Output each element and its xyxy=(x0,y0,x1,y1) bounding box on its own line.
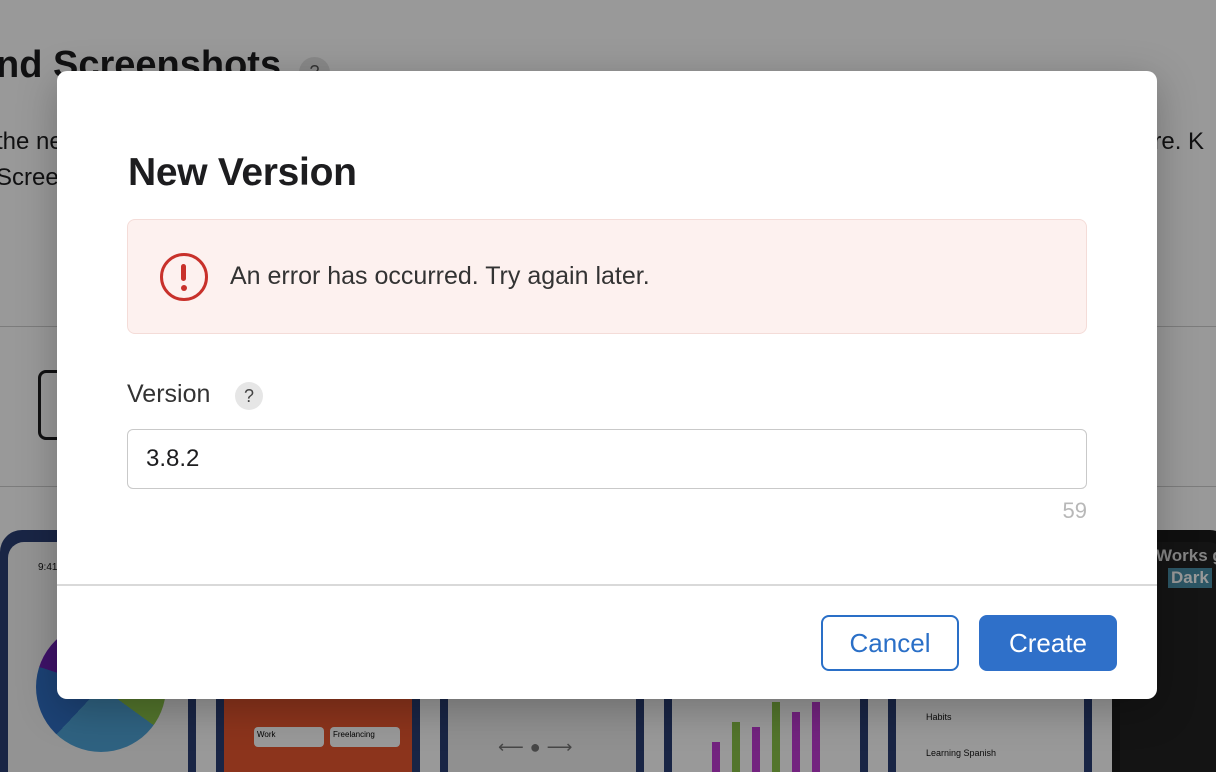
error-banner: An error has occurred. Try again later. xyxy=(127,219,1087,334)
create-button[interactable]: Create xyxy=(979,615,1117,671)
cancel-button[interactable]: Cancel xyxy=(821,615,959,671)
version-field-label: Version xyxy=(127,380,211,408)
question-mark-icon[interactable]: ? xyxy=(235,382,263,410)
remaining-characters-count: 59 xyxy=(1062,498,1087,523)
dialog-title: New Version xyxy=(128,151,357,194)
version-input[interactable] xyxy=(127,429,1087,489)
exclamation-circle-icon xyxy=(160,253,208,301)
new-version-dialog: New Version An error has occurred. Try a… xyxy=(57,71,1157,699)
error-message: An error has occurred. Try again later. xyxy=(230,262,650,290)
dialog-footer-divider xyxy=(57,584,1157,586)
